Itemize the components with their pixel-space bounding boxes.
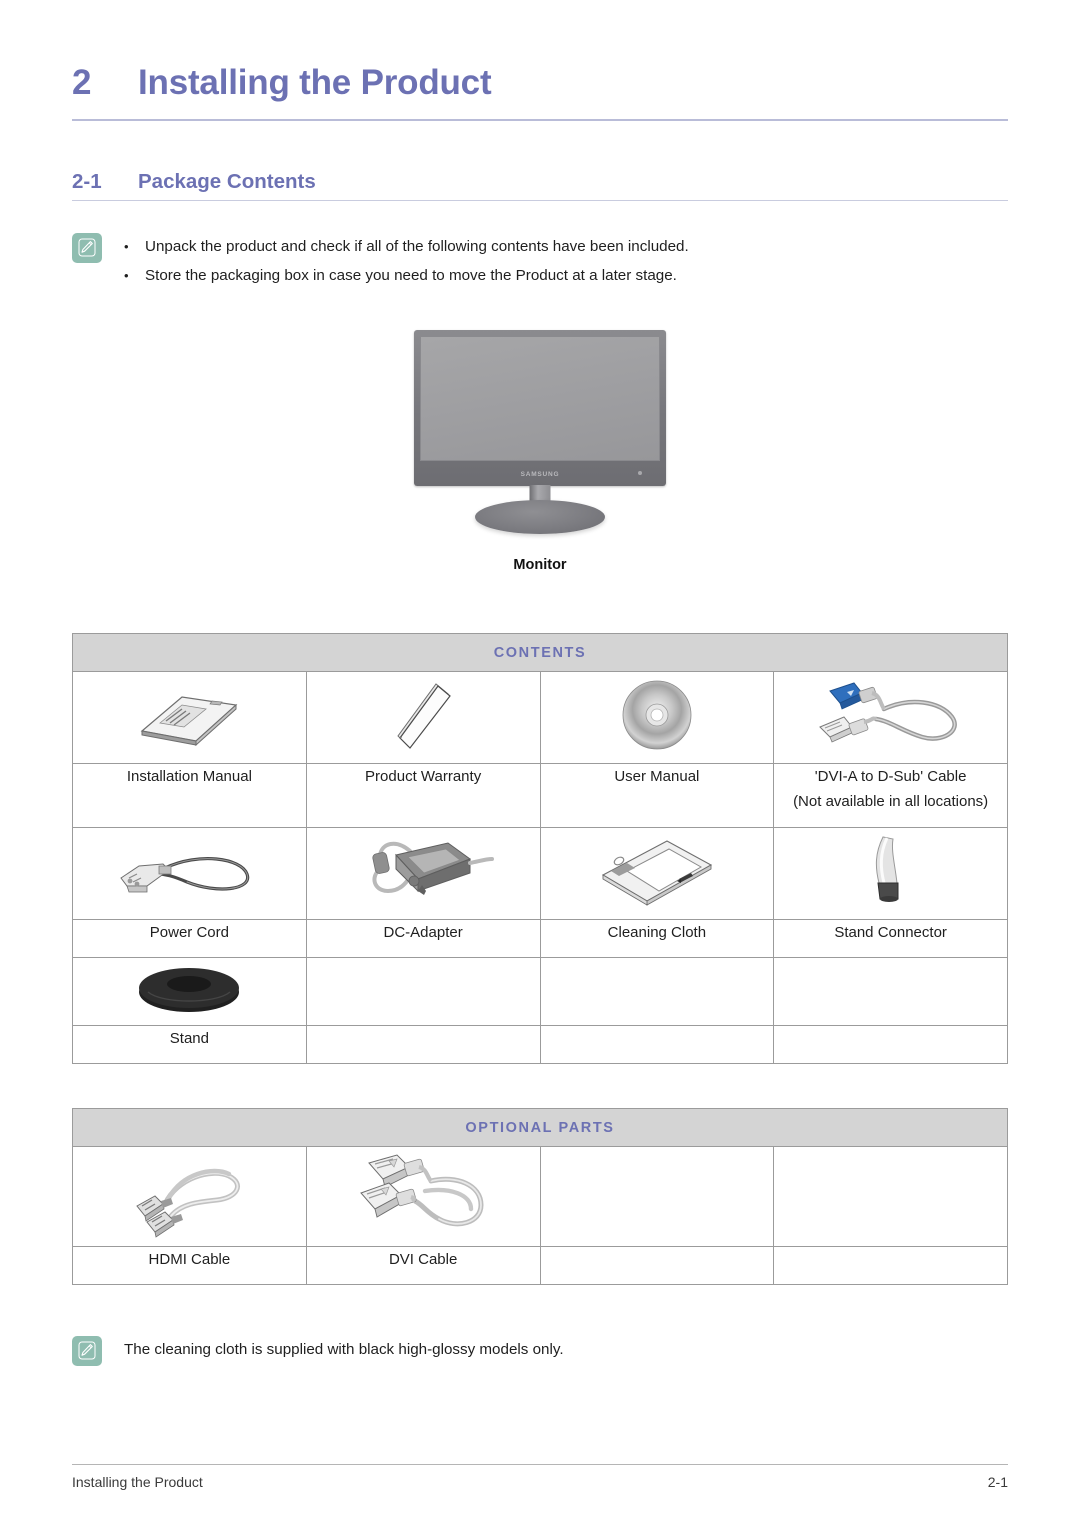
table-row: Stand: [72, 1025, 1008, 1064]
power-cord-icon: [113, 836, 265, 906]
note-block-top: • Unpack the product and check if all of…: [72, 232, 689, 290]
page-footer: Installing the Product 2-1: [72, 1474, 1008, 1490]
monitor-bezel: SAMSUNG: [414, 330, 666, 486]
note-line: The cleaning cloth is supplied with blac…: [124, 1335, 564, 1365]
cell-cleaning-cloth-icon: [539, 827, 775, 920]
monitor-power-led: [638, 471, 642, 475]
table-row: Power Cord DC-Adapter Cleaning Cloth Sta…: [72, 919, 1008, 958]
footer-divider: [72, 1464, 1008, 1465]
note-block-bottom: The cleaning cloth is supplied with blac…: [72, 1335, 564, 1366]
footer-left-text: Installing the Product: [72, 1474, 203, 1490]
label-dc-adapter: DC-Adapter: [305, 919, 541, 958]
cell-dvi-cable-icon: [305, 1146, 541, 1247]
note-text: The cleaning cloth is supplied with blac…: [124, 1341, 564, 1358]
monitor-base: [475, 500, 605, 534]
note-lines-top: • Unpack the product and check if all of…: [124, 232, 689, 290]
section-heading: 2-1 Package Contents: [72, 170, 1008, 194]
label-empty: [773, 1025, 1008, 1064]
user-manual-disc-icon: [619, 677, 695, 753]
installation-manual-icon: [130, 679, 248, 751]
cell-empty: [773, 1146, 1008, 1247]
chapter-title: Installing the Product: [138, 63, 492, 102]
footer-page-number: 2-1: [987, 1474, 1008, 1490]
label-cleaning-cloth: Cleaning Cloth: [539, 919, 775, 958]
note-pencil-icon: [72, 1336, 102, 1366]
label-empty: [773, 1246, 1008, 1285]
label-hdmi-cable: HDMI Cable: [72, 1246, 307, 1285]
label-main: 'DVI-A to D-Sub' Cable: [814, 768, 967, 785]
section-number: 2-1: [72, 170, 102, 193]
cell-empty: [539, 957, 775, 1026]
label-empty: [539, 1246, 775, 1285]
chapter-divider: [72, 119, 1008, 121]
contents-table: CONTENTS Installation Manual Product War…: [72, 633, 1008, 1064]
note-line: • Unpack the product and check if all of…: [124, 232, 689, 261]
table-row: Installation Manual Product Warranty Use…: [72, 763, 1008, 828]
label-dvi-cable: DVI Cable: [305, 1246, 541, 1285]
cell-stand-icon: [72, 957, 307, 1026]
chapter-heading: 2 Installing the Product: [72, 63, 1008, 103]
note-pencil-icon: [72, 233, 102, 263]
cell-empty: [539, 1146, 775, 1247]
section-divider: [72, 200, 1008, 201]
hero-caption: Monitor: [513, 557, 567, 573]
label-power-cord: Power Cord: [72, 919, 307, 958]
product-warranty-icon: [380, 676, 466, 754]
cell-hdmi-cable-icon: [72, 1146, 307, 1247]
stand-icon: [136, 962, 242, 1016]
chapter-number: 2: [72, 63, 92, 102]
bullet-glyph: •: [124, 268, 129, 283]
note-text: Store the packaging box in case you need…: [145, 267, 677, 284]
label-empty: [539, 1025, 775, 1064]
cell-installation-manual-icon: [72, 671, 307, 764]
table-row: HDMI Cable DVI Cable: [72, 1246, 1008, 1285]
label-product-warranty: Product Warranty: [305, 763, 541, 828]
label-user-manual: User Manual: [539, 763, 775, 828]
document-page: 2 Installing the Product 2-1 Package Con…: [0, 0, 1080, 1527]
stand-connector-icon: [861, 831, 921, 911]
table-row: [72, 671, 1008, 764]
optional-band-label: OPTIONAL PARTS: [72, 1108, 1008, 1147]
table-row: [72, 827, 1008, 920]
section-title: Package Contents: [138, 170, 316, 193]
dvi-cable-icon: [353, 1147, 493, 1241]
label-dvi-a-to-dsub-cable: 'DVI-A to D-Sub' Cable (Not available in…: [773, 763, 1008, 828]
table-row: [72, 957, 1008, 1026]
monitor-brand-label: SAMSUNG: [520, 471, 560, 478]
cleaning-cloth-icon: [593, 833, 721, 909]
cell-dc-adapter-icon: [305, 827, 541, 920]
cell-dvi-a-to-dsub-cable-icon: [773, 671, 1008, 764]
cell-empty: [773, 957, 1008, 1026]
cell-product-warranty-icon: [305, 671, 541, 764]
note-lines-bottom: The cleaning cloth is supplied with blac…: [124, 1335, 564, 1365]
label-stand-connector: Stand Connector: [773, 919, 1008, 958]
table-band-row: OPTIONAL PARTS: [72, 1108, 1008, 1147]
contents-band-label: CONTENTS: [72, 633, 1008, 672]
note-text: Unpack the product and check if all of t…: [145, 238, 689, 255]
table-row: [72, 1146, 1008, 1247]
cell-power-cord-icon: [72, 827, 307, 920]
optional-parts-table: OPTIONAL PARTS HDMI Cable DVI Cable: [72, 1108, 1008, 1285]
table-band-row: CONTENTS: [72, 633, 1008, 672]
hdmi-cable-icon: [125, 1148, 253, 1240]
label-stand: Stand: [72, 1025, 307, 1064]
bullet-glyph: •: [124, 239, 129, 254]
hero-figure: SAMSUNG Monitor: [72, 330, 1008, 620]
label-installation-manual: Installation Manual: [72, 763, 307, 828]
label-sub: (Not available in all locations): [793, 793, 989, 810]
label-empty: [305, 1025, 541, 1064]
dvi-a-to-dsub-cable-icon: [810, 673, 972, 757]
cell-user-manual-disc-icon: [539, 671, 775, 764]
note-line: • Store the packaging box in case you ne…: [124, 261, 689, 290]
cell-stand-connector-icon: [773, 827, 1008, 920]
dc-adapter-icon: [352, 829, 495, 913]
cell-empty: [305, 957, 541, 1026]
monitor-screen: [420, 336, 660, 461]
monitor-icon: SAMSUNG: [406, 330, 674, 545]
